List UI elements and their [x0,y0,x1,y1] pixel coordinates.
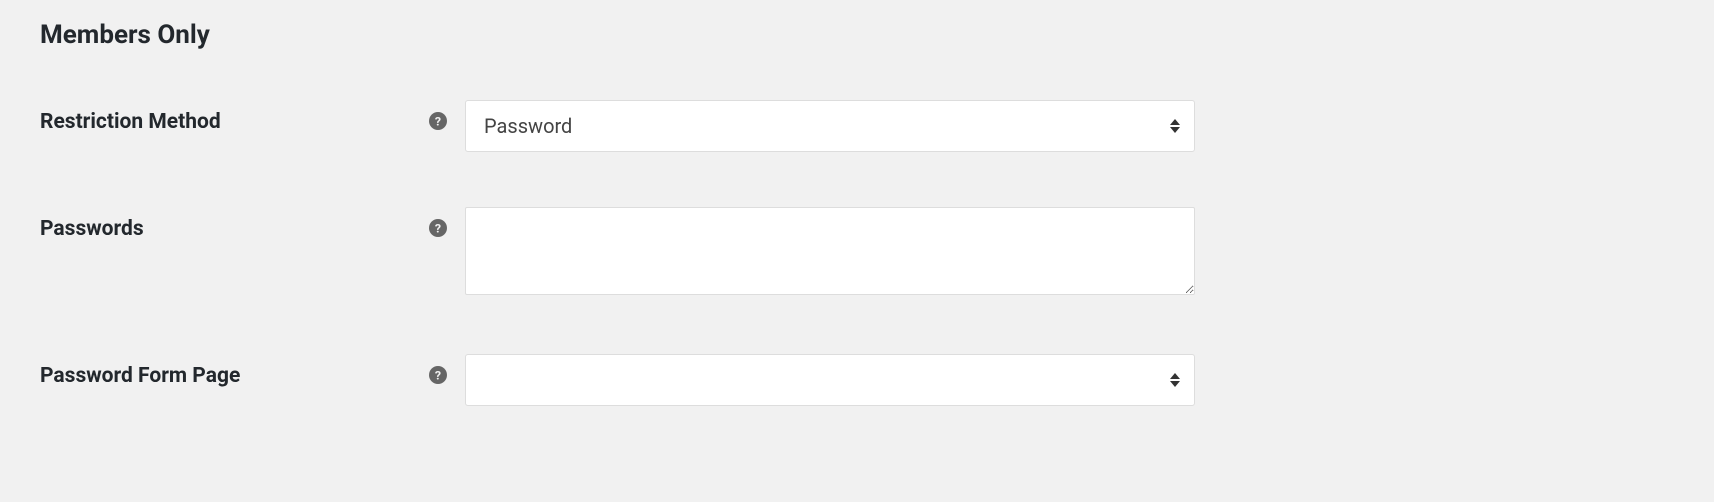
password-form-page-label: Password Form Page [40,354,425,388]
question-circle-icon: ? [429,112,447,130]
field-row-password-form-page: Password Form Page ? [40,354,1674,406]
field-row-restriction-method: Restriction Method ? Password [40,100,1674,152]
help-icon[interactable]: ? [425,207,465,237]
svg-text:?: ? [435,370,441,384]
question-circle-icon: ? [429,219,447,237]
select-arrows-icon [1170,119,1180,133]
section-title: Members Only [40,20,1674,50]
restriction-method-select[interactable]: Password [465,100,1195,152]
svg-text:?: ? [435,223,441,237]
password-form-page-select[interactable] [465,354,1195,406]
select-arrows-icon [1170,373,1180,387]
help-icon[interactable]: ? [425,354,465,384]
field-row-passwords: Passwords ? [40,207,1674,299]
passwords-label: Passwords [40,207,425,241]
svg-text:?: ? [435,116,441,130]
question-circle-icon: ? [429,366,447,384]
restriction-method-label: Restriction Method [40,100,425,134]
passwords-textarea[interactable] [465,207,1195,295]
restriction-method-value: Password [484,114,572,138]
help-icon[interactable]: ? [425,100,465,130]
